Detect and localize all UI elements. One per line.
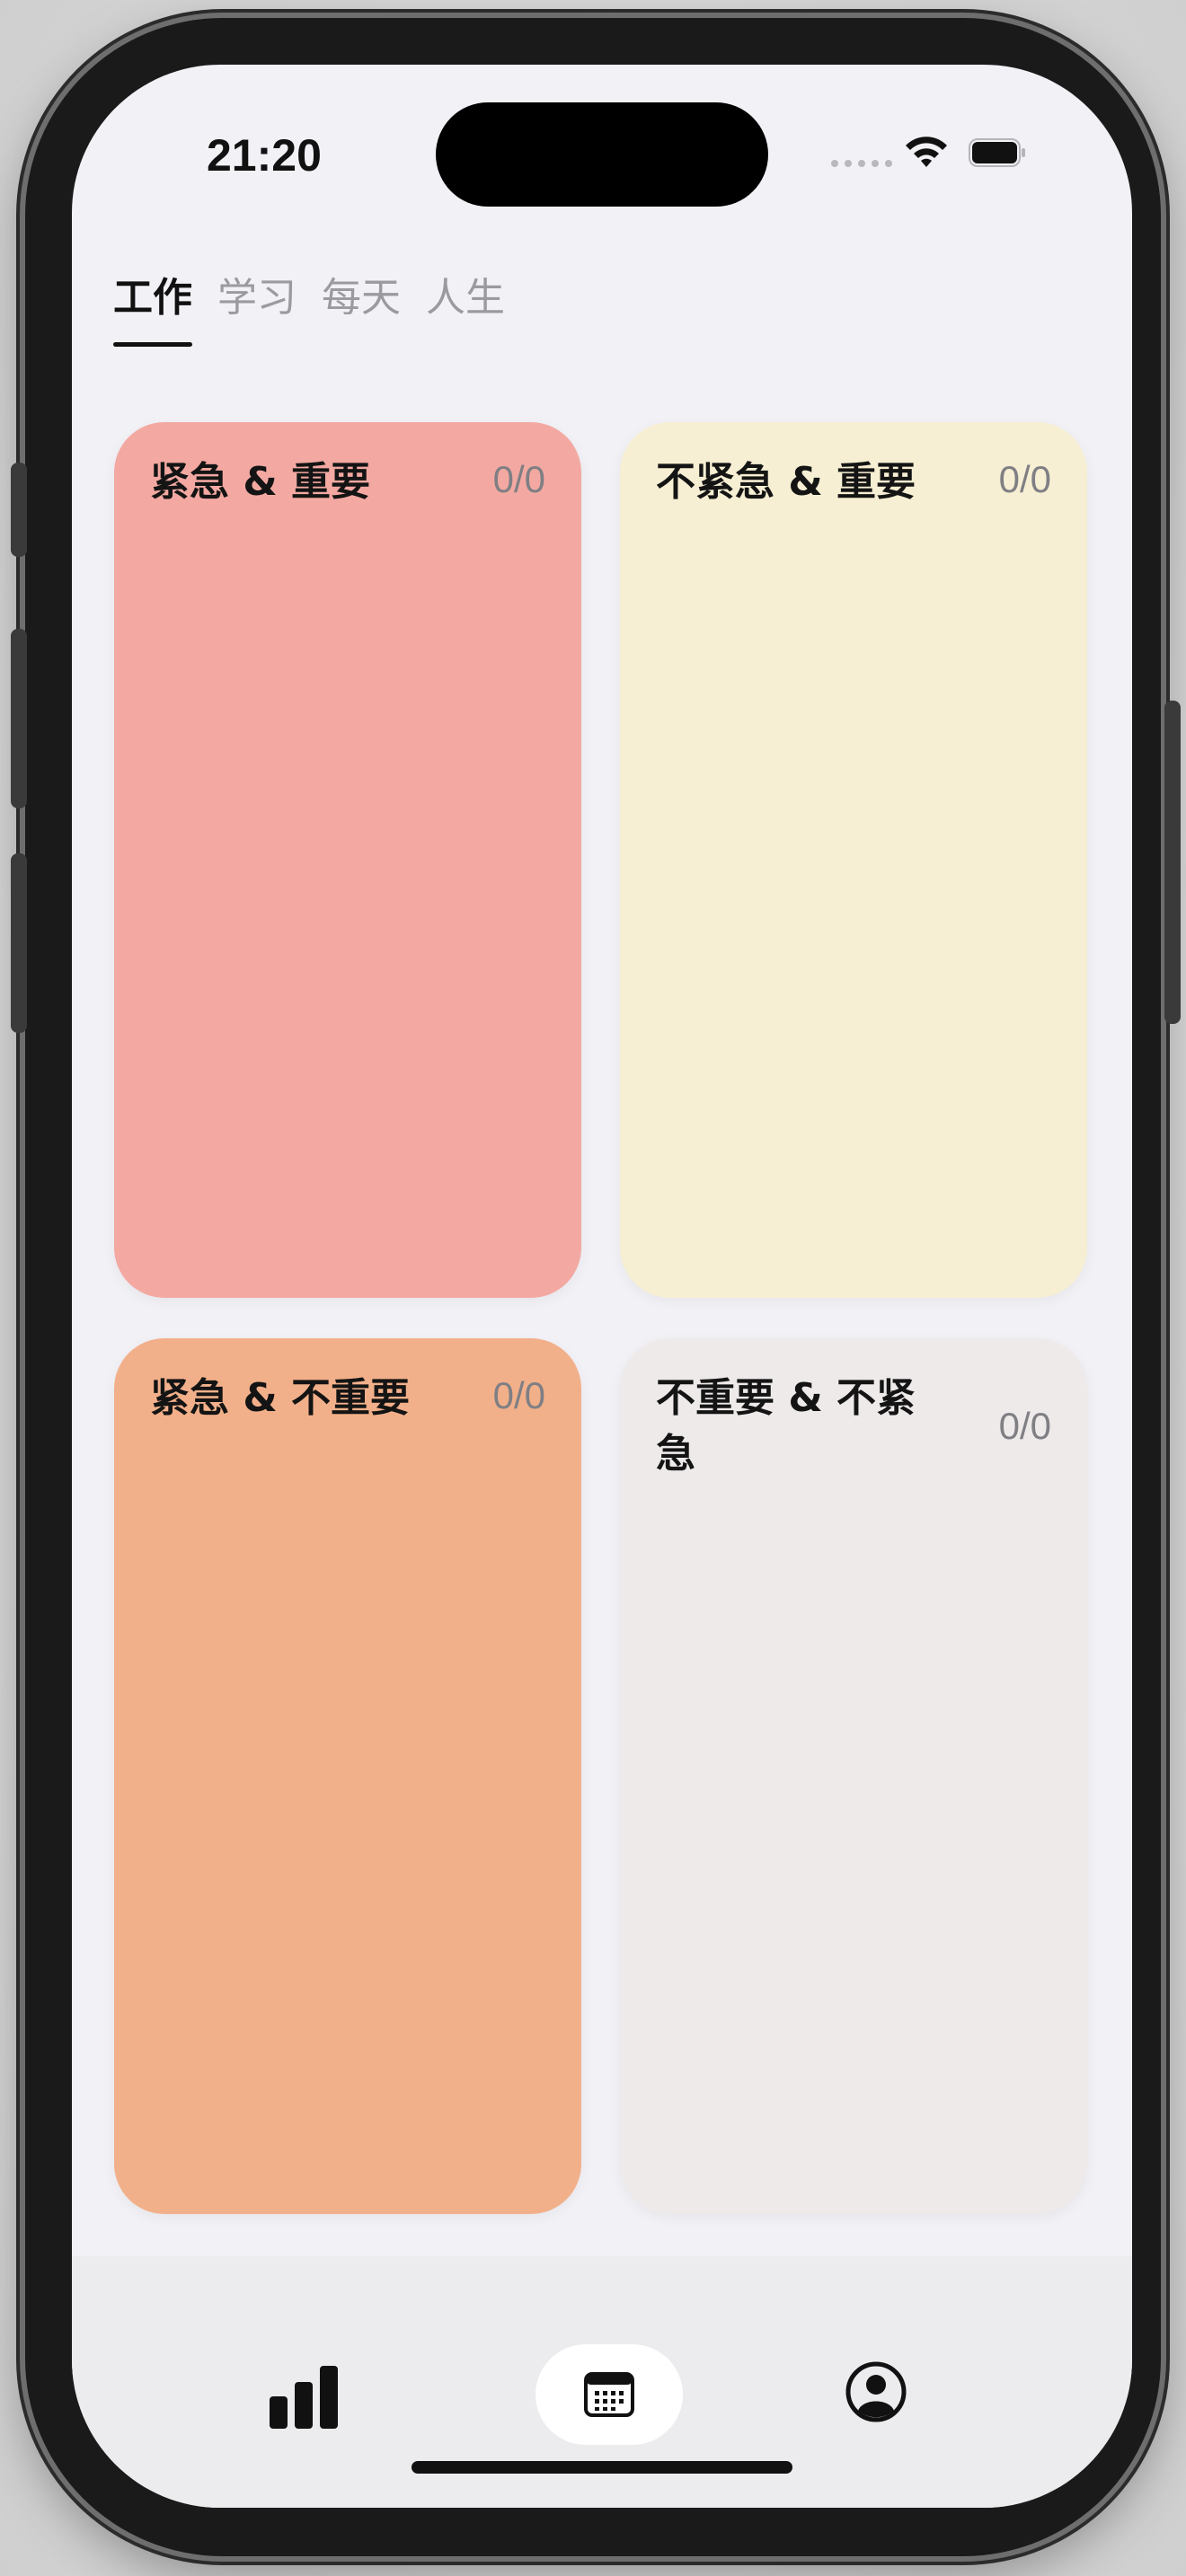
bar-chart-icon — [270, 2366, 338, 2429]
volume-down-button — [11, 853, 27, 1033]
quadrant-count: 0/0 — [492, 1374, 545, 1416]
action-button — [11, 463, 27, 557]
tab-statistics[interactable] — [268, 2364, 341, 2430]
quadrant-not-urgent-important[interactable]: 不紧急 & 重要 0/0 — [620, 422, 1087, 1298]
category-tabs: 工作 学习 每天 人生 — [113, 271, 530, 347]
home-indicator[interactable] — [412, 2461, 792, 2474]
tab-profile[interactable] — [845, 2360, 907, 2423]
tab-study[interactable]: 学习 — [217, 271, 322, 325]
quadrant-title: 紧急 & 重要 — [150, 459, 371, 505]
volume-up-button — [11, 629, 27, 808]
power-button — [1164, 701, 1181, 1024]
quadrant-title: 不紧急 & 重要 — [656, 459, 916, 505]
quadrant-urgent-not-important[interactable]: 紧急 & 不重要 0/0 — [114, 1338, 581, 2214]
battery-icon — [969, 138, 1025, 167]
calendar-icon — [584, 2372, 634, 2417]
quadrant-title: 不重要 & 不紧急 — [656, 1375, 916, 1477]
cellular-signal-icon — [831, 160, 892, 167]
status-bar: 21:20 — [72, 65, 1132, 208]
tab-life[interactable]: 人生 — [426, 271, 530, 325]
quadrant-urgent-important[interactable]: 紧急 & 重要 0/0 — [114, 422, 581, 1298]
tab-calendar[interactable] — [535, 2344, 683, 2445]
app-screen: 21:20 工作 学习 每天 人生 紧急 & 重要 0/0 不紧急 & 重要 0… — [72, 65, 1132, 2508]
tab-work[interactable]: 工作 — [113, 271, 217, 347]
quadrant-not-important-not-urgent[interactable]: 不重要 & 不紧急 0/0 — [620, 1338, 1087, 2214]
device-backdrop: 21:20 工作 学习 每天 人生 紧急 & 重要 0/0 不紧急 & 重要 0… — [0, 0, 1186, 2576]
quadrant-count: 0/0 — [492, 458, 545, 500]
quadrant-count: 0/0 — [998, 1405, 1051, 1447]
status-time: 21:20 — [207, 130, 322, 181]
wifi-icon — [906, 137, 947, 167]
dynamic-island — [436, 102, 768, 207]
tab-daily[interactable]: 每天 — [322, 271, 426, 325]
profile-icon — [845, 2361, 907, 2422]
quadrant-title: 紧急 & 不重要 — [150, 1375, 411, 1421]
quadrant-count: 0/0 — [998, 458, 1051, 500]
